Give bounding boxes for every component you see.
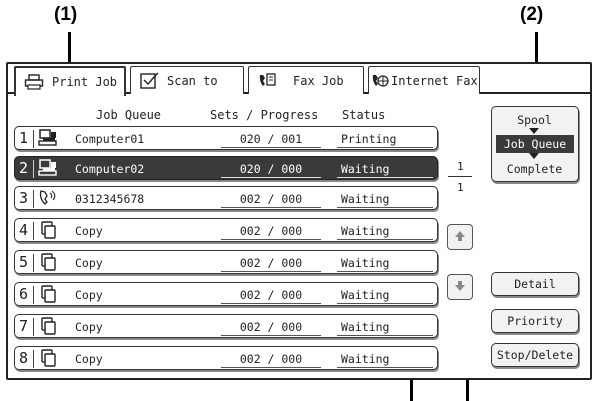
copy-icon: [37, 349, 59, 367]
job-status: Waiting: [341, 224, 390, 238]
detail-button[interactable]: Detail: [491, 272, 579, 296]
page-current: 1: [457, 160, 464, 173]
job-name: 0312345678: [75, 192, 145, 206]
job-number: 3: [19, 189, 35, 208]
mode-complete[interactable]: Complete: [492, 162, 577, 176]
tab-label: Scan to: [167, 73, 218, 88]
job-name: Copy: [75, 224, 103, 238]
job-status: Waiting: [341, 352, 390, 366]
tab-label: Internet Fax: [391, 73, 478, 88]
mode-spool[interactable]: Spool: [492, 113, 577, 127]
computer-icon: [37, 129, 59, 147]
job-name: Copy: [75, 352, 103, 366]
job-row[interactable]: 3 0312345678 002 / 000 Waiting: [14, 186, 438, 210]
arrow-down-icon: [453, 278, 467, 297]
job-status: Waiting: [341, 192, 390, 206]
job-number: 2: [19, 159, 35, 178]
job-number: 8: [19, 349, 35, 368]
job-row[interactable]: 5 Copy 002 / 000 Waiting: [14, 250, 438, 274]
job-row[interactable]: 4 Copy 002 / 000 Waiting: [14, 218, 438, 242]
job-name: Copy: [75, 288, 103, 302]
copy-icon: [37, 317, 59, 335]
triangle-down-icon: [529, 128, 539, 134]
callout-1: (1): [54, 4, 78, 25]
copy-icon: [37, 285, 59, 303]
priority-button[interactable]: Priority: [491, 309, 579, 333]
job-progress: 002 / 000: [239, 224, 303, 238]
job-name: Computer01: [75, 132, 145, 146]
printer-icon: [22, 72, 46, 92]
job-progress: 002 / 000: [239, 320, 303, 334]
job-number: 5: [19, 253, 35, 272]
scan-icon: [137, 71, 161, 91]
tab-fax-job[interactable]: Fax Job: [248, 66, 364, 94]
job-status: Waiting: [341, 288, 390, 302]
job-number: 4: [19, 221, 35, 240]
tab-label: Fax Job: [293, 73, 344, 88]
tab-internet-fax[interactable]: Internet Fax: [368, 66, 480, 94]
job-status: Waiting: [341, 162, 390, 176]
job-number: 1: [19, 129, 35, 148]
job-name: Computer02: [75, 162, 145, 176]
job-progress: 020 / 001: [239, 132, 303, 146]
arrow-up-icon: [453, 228, 467, 247]
scroll-up-button[interactable]: [447, 224, 473, 250]
job-progress: 002 / 000: [239, 288, 303, 302]
job-progress: 002 / 000: [239, 352, 303, 366]
header-sets-progress: Sets / Progress: [210, 108, 319, 122]
job-row-selected[interactable]: 2 Computer02 020 / 000 Waiting: [14, 156, 438, 180]
computer-icon: [37, 159, 59, 177]
job-status: Waiting: [341, 320, 390, 334]
mode-switch: Spool Job Queue Complete: [491, 106, 579, 182]
tab-print-job[interactable]: Print Job: [14, 66, 126, 96]
header-status: Status: [342, 108, 386, 122]
job-status: Printing: [341, 132, 397, 146]
job-progress: 020 / 000: [239, 162, 303, 176]
tab-scan-to[interactable]: Scan to: [130, 66, 244, 94]
job-status: Waiting: [341, 256, 390, 270]
tab-label: Print Job: [52, 75, 118, 89]
job-row[interactable]: 6 Copy 002 / 000 Waiting: [14, 282, 438, 306]
callout-2: (2): [520, 4, 544, 25]
job-progress: 002 / 000: [239, 256, 303, 270]
mode-job-queue[interactable]: Job Queue: [496, 135, 574, 153]
copy-icon: [37, 221, 59, 239]
scroll-down-button[interactable]: [447, 274, 473, 300]
page-total: 1: [457, 181, 464, 194]
job-name: Copy: [75, 256, 103, 270]
copy-icon: [37, 253, 59, 271]
job-name: Copy: [75, 320, 103, 334]
stop-delete-button[interactable]: Stop/Delete: [491, 343, 579, 367]
triangle-down-icon: [529, 153, 539, 159]
job-number: 7: [19, 317, 35, 336]
job-row[interactable]: 7 Copy 002 / 000 Waiting: [14, 314, 438, 338]
job-number: 6: [19, 285, 35, 304]
page-divider: [448, 176, 472, 177]
job-row[interactable]: 8 Copy 002 / 000 Waiting: [14, 346, 438, 370]
header-job-queue: Job Queue: [96, 108, 162, 122]
fax-phone-icon: [37, 189, 59, 207]
internet-fax-icon: [371, 71, 389, 91]
fax-icon: [255, 71, 279, 91]
job-progress: 002 / 000: [239, 192, 303, 206]
job-row[interactable]: 1 Computer01 020 / 001 Printing: [14, 126, 438, 150]
